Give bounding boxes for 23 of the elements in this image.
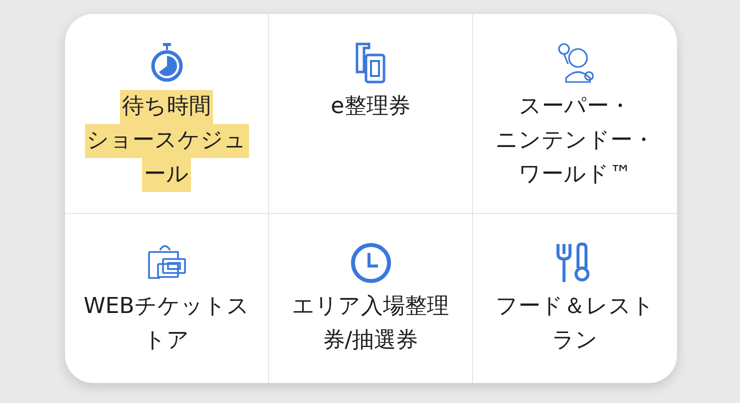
menu-label: フード＆レスト: [494, 293, 656, 321]
menu-tile[interactable]: 待ち時間 ショースケジュ ール: [65, 14, 269, 214]
menu-label: ワールド™: [518, 161, 632, 189]
menu-label: 待ち時間: [120, 90, 213, 124]
menu-label: ラン: [551, 327, 599, 355]
menu-label: ニンテンドー・: [494, 127, 656, 155]
menu-label: ール: [142, 158, 191, 192]
menu-tile[interactable]: エリア入場整理 券/抽選券: [269, 214, 473, 383]
menu-label: 券/抽選券: [322, 327, 420, 355]
menu-label: e整理券: [330, 93, 412, 121]
menu-tile[interactable]: スーパー・ ニンテンドー・ ワールド™: [473, 14, 677, 214]
stopwatch-icon: [150, 42, 184, 84]
menu-label: エリア入場整理: [291, 293, 450, 321]
person-icon: [556, 42, 594, 84]
menu-tile[interactable]: フード＆レスト ラン: [473, 214, 677, 383]
menu-tile[interactable]: e整理券: [269, 14, 473, 214]
menu-label: ショースケジュ: [84, 124, 248, 158]
menu-label: スーパー・: [518, 93, 632, 121]
menu-tile[interactable]: WEBチケットス トア: [65, 214, 269, 383]
tickets-icon: [354, 42, 386, 84]
menu-label: WEBチケットス: [82, 293, 250, 321]
clock-icon: [350, 242, 392, 284]
menu-label: トア: [142, 327, 190, 355]
